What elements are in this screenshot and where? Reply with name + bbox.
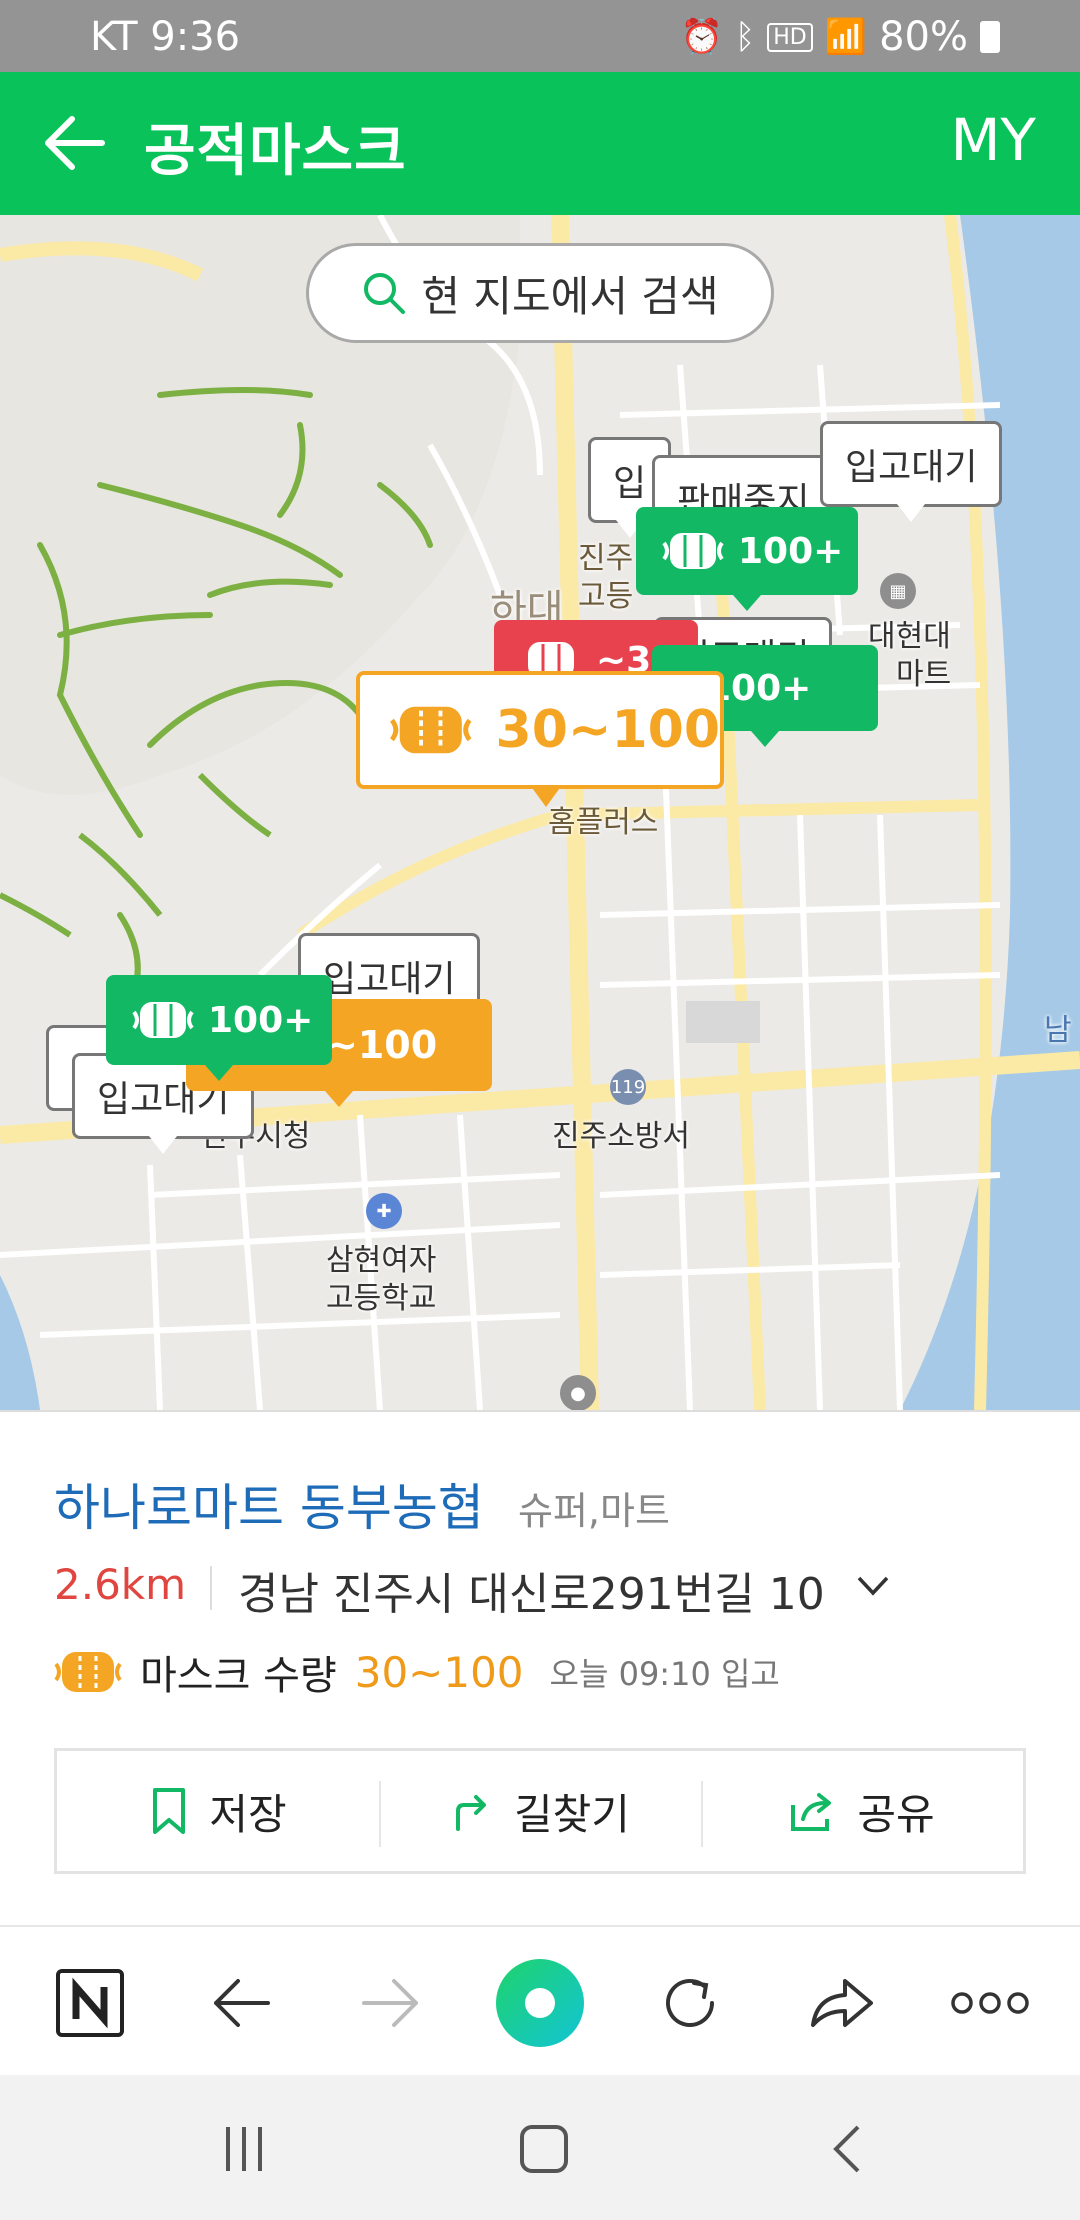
bluetooth-icon: ᛒ [734,17,756,57]
alarm-icon: ⏰ [680,17,723,57]
place-label: 고등 [578,579,634,614]
place-label: 남 [1044,1013,1072,1048]
map-view[interactable]: 현 지도에서 검색 진주 고등 하대 대현대 마트 ▦ 홈플러스 119 진주소… [0,215,1080,1410]
browser-forward-icon [362,1979,418,2027]
refresh-button[interactable] [648,1961,732,2045]
naver-logo-icon [56,1969,124,2037]
home-icon[interactable] [514,2119,574,2179]
wifi-icon: 📶 [824,17,868,57]
store-distance: 2.6km [54,1560,187,1609]
fire-station-poi-icon: 119 [610,1069,646,1105]
stock-badge[interactable]: 100+ [636,507,858,611]
green-dot-icon [496,1959,584,2047]
app-bar: 공적마스크 MY [0,72,1080,215]
place-label: 고등학교 [326,1281,437,1316]
share-button[interactable]: 공유 [701,1751,1023,1871]
place-label: 마트 [896,657,952,692]
carrier-time: KT 9:36 [90,14,241,60]
store-category: 슈퍼,마트 [518,1489,670,1533]
status-callout[interactable]: 입고대기 [820,421,1003,522]
directions-icon [456,1795,487,1831]
my-button[interactable]: MY [951,106,1036,174]
more-icon [951,1992,1029,2014]
mask-icon [390,706,472,754]
more-button[interactable] [948,1961,1032,2045]
action-bar: 저장 길찾기 공유 [54,1748,1026,1874]
poi-icon: ● [560,1375,596,1410]
recent-apps-icon[interactable] [214,2119,274,2179]
battery-level: 80% [879,14,968,60]
stock-badge[interactable]: 100+ [106,975,332,1081]
green-dot-button[interactable] [490,1953,590,2053]
refresh-icon [666,1978,714,2027]
mask-quantity-value: 30~100 [354,1647,524,1697]
hd-icon: HD [767,22,813,52]
mask-icon [54,1652,122,1692]
browser-back-button[interactable] [200,1961,284,2045]
browser-toolbar [0,1925,1080,2075]
share-icon [791,1793,832,1831]
naver-home-button[interactable] [48,1961,132,2045]
place-label: 진주소방서 [552,1119,690,1154]
mask-quantity-label: 마스크 수량 [140,1653,337,1699]
battery-icon [980,21,1000,53]
browser-back-icon [214,1979,270,2027]
map-base [0,215,1080,1410]
status-bar: KT 9:36 ⏰ ᛒ HD 📶 80% [0,0,1080,72]
mask-icon [132,1002,194,1038]
store-info-panel: 하나로마트 동부농협 슈퍼,마트 2.6km 경남 진주시 대신로291번길 1… [0,1410,1080,1925]
directions-button[interactable]: 길찾기 [379,1751,701,1871]
search-this-area-label: 현 지도에서 검색 [421,271,719,321]
mart-poi-icon: ▦ [880,573,916,609]
selected-store-badge[interactable]: 30~100 [356,671,724,807]
mask-stock-row: 마스크 수량 30~100 오늘 09:10 입고 [54,1644,780,1700]
page-title: 공적마스크 [144,119,407,184]
save-button[interactable]: 저장 [57,1751,379,1871]
store-address[interactable]: 경남 진주시 대신로291번길 10 [238,1558,825,1622]
restock-time: 오늘 09:10 입고 [549,1655,780,1693]
browser-share-button[interactable] [800,1961,884,2045]
search-this-area-button[interactable]: 현 지도에서 검색 [306,243,774,343]
browser-share-icon [811,1979,873,2027]
place-label: 홈플러스 [548,805,659,840]
nav-back-icon[interactable] [818,2119,878,2179]
store-name[interactable]: 하나로마트 동부농협 [54,1468,484,1540]
back-arrow-icon[interactable] [40,108,110,178]
system-nav-bar [0,2075,1080,2220]
browser-forward-button[interactable] [348,1961,432,2045]
school-poi-icon: ✚ [366,1193,402,1229]
bookmark-icon [153,1788,186,1834]
divider [210,1566,212,1610]
chevron-down-icon[interactable] [856,1574,890,1598]
status-icons: ⏰ ᛒ HD 📶 80% [681,14,1000,60]
search-icon [364,273,406,314]
mask-icon [662,533,724,569]
